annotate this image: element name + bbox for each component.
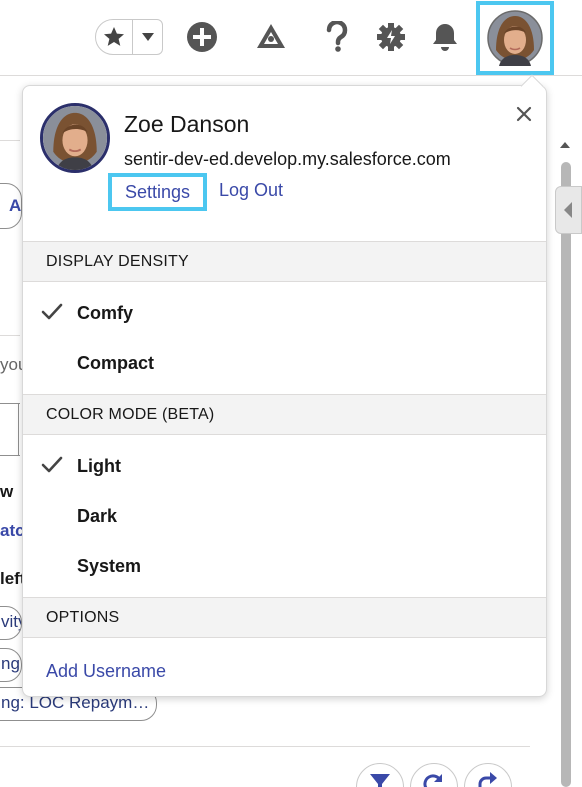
profile-photo xyxy=(40,103,110,173)
divider xyxy=(0,335,20,336)
setup-button[interactable] xyxy=(372,18,410,56)
input-edge xyxy=(0,455,20,456)
refresh-icon xyxy=(423,774,442,787)
background-button[interactable]: A xyxy=(0,183,22,229)
user-avatar-button[interactable] xyxy=(476,1,554,75)
scroll-up-icon xyxy=(560,142,570,148)
avatar xyxy=(43,106,107,170)
background-button-label: A xyxy=(9,196,22,215)
favorites-menu-button[interactable] xyxy=(132,20,162,54)
checkmark-icon xyxy=(41,456,63,473)
trailhead-button[interactable] xyxy=(252,18,290,56)
chevron-left-icon xyxy=(564,202,572,218)
plus-circle-icon xyxy=(187,22,217,52)
input-edge xyxy=(0,403,20,404)
density-option-compact[interactable]: Compact xyxy=(23,339,546,387)
settings-link[interactable]: Settings xyxy=(108,173,207,211)
background-link[interactable]: atcl xyxy=(0,521,22,541)
background-pill[interactable]: vity xyxy=(0,606,22,640)
chevron-down-icon xyxy=(141,33,154,41)
option-label: Compact xyxy=(77,352,155,373)
bell-icon xyxy=(433,24,457,51)
global-actions-button[interactable] xyxy=(183,18,221,56)
divider xyxy=(0,140,20,141)
close-button[interactable] xyxy=(511,101,537,127)
global-header xyxy=(0,0,582,76)
section-header-options: OPTIONS xyxy=(23,597,546,638)
background-pill-label: ng ( xyxy=(1,654,21,673)
help-button[interactable] xyxy=(318,18,356,56)
side-panel-toggle[interactable] xyxy=(555,186,582,234)
notifications-button[interactable] xyxy=(426,18,464,56)
star-icon xyxy=(104,27,124,46)
gear-icon xyxy=(377,23,405,51)
avatar xyxy=(487,10,543,66)
add-username-link[interactable]: Add Username xyxy=(46,661,166,682)
filter-icon xyxy=(370,774,390,787)
option-label: System xyxy=(77,555,142,576)
logout-link[interactable]: Log Out xyxy=(219,180,283,201)
background-text: you xyxy=(0,355,22,374)
color-option-light[interactable]: Light xyxy=(23,442,546,490)
favorites-group xyxy=(95,19,163,55)
section-header-color-mode: COLOR MODE (BETA) xyxy=(23,394,546,435)
input-edge xyxy=(18,403,19,455)
color-option-system[interactable]: System xyxy=(23,542,546,590)
color-option-dark[interactable]: Dark xyxy=(23,492,546,540)
density-option-comfy[interactable]: Comfy xyxy=(23,289,546,337)
background-pill-label: vity xyxy=(1,612,21,631)
user-profile-popover: Zoe Danson sentir-dev-ed.develop.my.sale… xyxy=(22,74,547,697)
background-text: left xyxy=(0,569,22,588)
background-text: w xyxy=(0,482,14,501)
popover-pointer xyxy=(520,74,544,98)
option-label: Comfy xyxy=(77,302,134,323)
question-icon xyxy=(326,21,348,52)
divider xyxy=(0,746,530,747)
trailhead-icon xyxy=(257,24,285,48)
section-header-display-density: DISPLAY DENSITY xyxy=(23,241,546,282)
user-name: Zoe Danson xyxy=(124,111,250,137)
close-icon xyxy=(516,106,532,122)
scrollbar-thumb[interactable] xyxy=(561,162,571,787)
option-label: Light xyxy=(77,455,121,476)
share-icon xyxy=(478,772,497,787)
org-domain: sentir-dev-ed.develop.my.salesforce.com xyxy=(124,149,451,169)
checkmark-icon xyxy=(41,303,63,320)
favorites-button[interactable] xyxy=(96,20,132,54)
option-label: Dark xyxy=(77,505,118,526)
background-pill[interactable]: ng ( xyxy=(0,648,22,682)
